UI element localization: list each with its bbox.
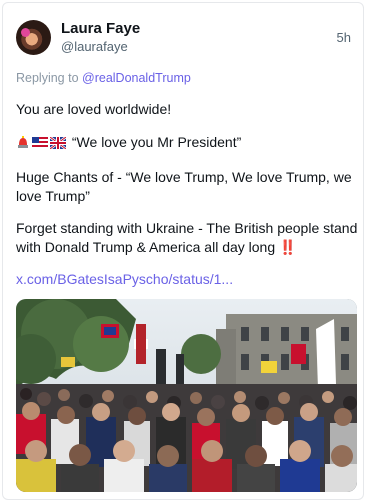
crowd-photo-icon <box>16 299 357 492</box>
author-name[interactable]: Laura Faye <box>61 20 140 38</box>
post-time: 5h <box>336 30 351 45</box>
post-line-1: You are loved worldwide! <box>16 101 172 117</box>
post-line-2-text: “We love you Mr President” <box>71 134 242 150</box>
post-link[interactable]: x.com/BGatesIsaPyscho/status/1... <box>16 270 233 289</box>
post-line-2: “We love you Mr President” <box>16 133 361 154</box>
author-handle[interactable]: @laurafaye <box>61 39 128 55</box>
uk-flag-icon <box>49 135 67 154</box>
us-flag-icon <box>32 135 48 154</box>
replying-prefix: Replying to <box>16 71 83 85</box>
police-light-icon <box>16 135 30 154</box>
mention-link[interactable]: @realDonaldTrump <box>82 71 191 85</box>
post-media-image[interactable] <box>16 299 357 492</box>
avatar[interactable] <box>16 20 51 55</box>
replying-to: Replying to @realDonaldTrump <box>16 70 191 86</box>
post-card[interactable]: Laura Faye @laurafaye 5h Replying to @re… <box>2 2 364 500</box>
double-exclamation-icon: ‼️ <box>279 239 296 255</box>
post-line-3: Huge Chants of - “We love Trump, We love… <box>16 169 352 204</box>
post-line-4: Forget standing with Ukraine - The Briti… <box>16 219 361 257</box>
post-line-4-text: Forget standing with Ukraine - The Briti… <box>16 220 358 255</box>
